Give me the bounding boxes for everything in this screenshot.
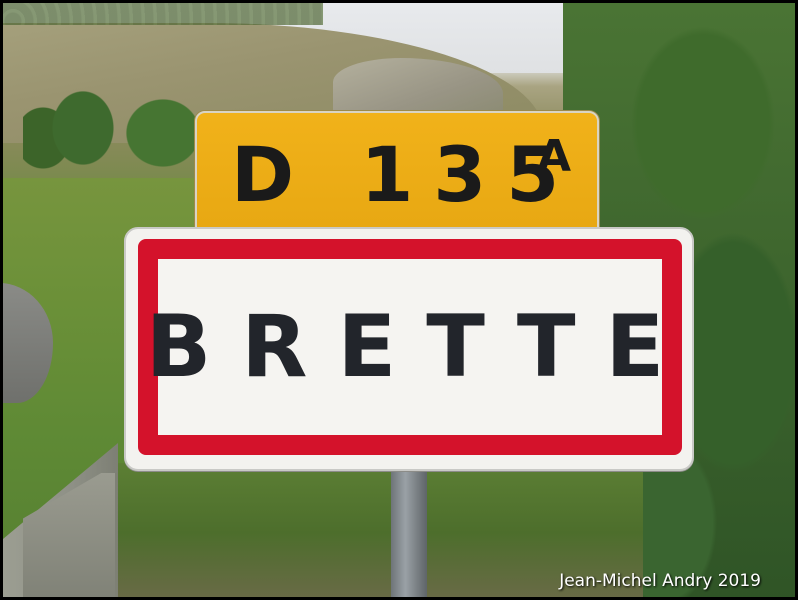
ridge-treeline <box>3 3 323 25</box>
town-entry-sign: BRETTE <box>124 227 694 471</box>
town-sign-border: BRETTE <box>138 239 682 455</box>
sign-pole <box>391 458 427 597</box>
route-suffix: A <box>537 131 572 182</box>
route-sign: D 135 A <box>195 111 599 241</box>
town-name: BRETTE <box>145 297 695 397</box>
photo-credit: Jean-Michel Andry 2019 <box>559 571 761 591</box>
photo: D 135 A BRETTE Jean-Michel Andry 2019 <box>3 3 795 597</box>
route-number: D 135 <box>231 130 580 219</box>
photo-frame: D 135 A BRETTE Jean-Michel Andry 2019 <box>0 0 798 600</box>
